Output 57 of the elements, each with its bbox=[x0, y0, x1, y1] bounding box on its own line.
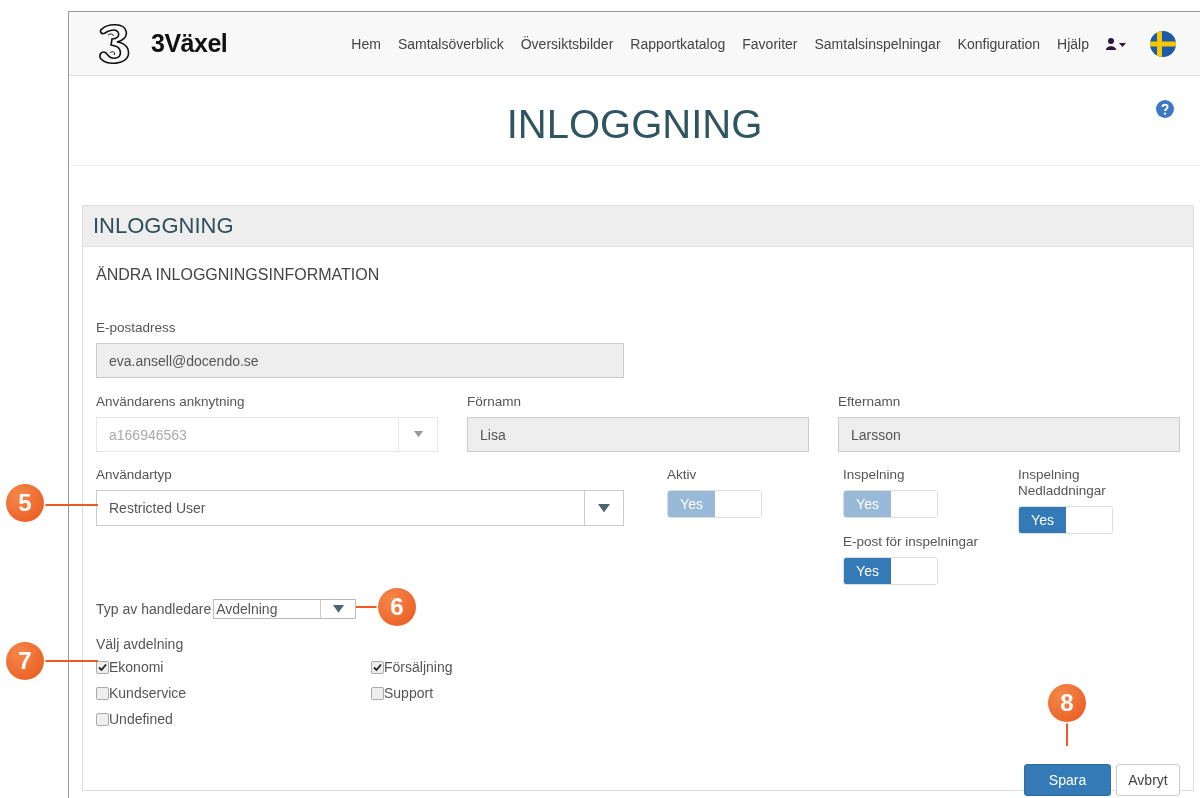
checkbox[interactable] bbox=[96, 712, 109, 726]
callout-number: 6 bbox=[378, 588, 416, 626]
panel-title: INLOGGNING bbox=[83, 206, 1193, 247]
toggle-label: Inspelning Nedladdningar bbox=[1018, 467, 1107, 499]
callout-number: 7 bbox=[6, 642, 44, 680]
caret-icon bbox=[598, 503, 610, 513]
toggle-switch[interactable]: Yes bbox=[1018, 506, 1113, 534]
checkbox-label: Kundservice bbox=[109, 684, 187, 702]
checkbox-label: Försäljning bbox=[384, 658, 453, 676]
logo-text: 3Växel bbox=[151, 29, 228, 58]
field-label: E-postadress bbox=[96, 320, 177, 336]
text-field[interactable]: eva.ansell@docendo.se bbox=[96, 343, 624, 378]
select-field[interactable]: Avdelning bbox=[213, 599, 357, 619]
logo-icon bbox=[96, 22, 132, 65]
nav-link[interactable]: Hjälp bbox=[1057, 35, 1089, 52]
flag-icon[interactable] bbox=[1150, 30, 1176, 57]
callout-number: 8 bbox=[1048, 684, 1086, 722]
field-label: Användartyp bbox=[96, 467, 173, 483]
field-label: Välj avdelning bbox=[96, 635, 185, 653]
checkbox[interactable] bbox=[96, 686, 109, 700]
save-button[interactable]: Spara bbox=[1024, 764, 1111, 796]
page-title: INLOGGNING bbox=[506, 101, 763, 147]
nav-link[interactable]: Konfiguration bbox=[957, 35, 1041, 52]
nav-link[interactable]: Översiktsbilder bbox=[520, 35, 614, 52]
field-label: Typ av handledare bbox=[96, 600, 212, 618]
cancel-button[interactable]: Avbryt bbox=[1116, 764, 1180, 796]
checkbox-label: Support bbox=[384, 684, 434, 702]
toggle-label: E-post för inspelningar bbox=[843, 534, 980, 550]
nav-link[interactable]: Hem bbox=[351, 35, 381, 52]
checkbox-label: Undefined bbox=[109, 710, 173, 728]
select-field[interactable]: Restricted User bbox=[96, 490, 624, 526]
section-heading: ÄNDRA INLOGGNINGSINFORMATION bbox=[96, 265, 381, 285]
text-field[interactable]: Lisa bbox=[467, 417, 809, 452]
field-label: Användarens anknytning bbox=[96, 394, 246, 410]
toggle-switch[interactable]: Yes bbox=[843, 557, 938, 585]
caret-icon bbox=[332, 605, 344, 613]
field-label: Efternamn bbox=[838, 394, 902, 410]
checkbox[interactable] bbox=[96, 660, 109, 674]
nav-link[interactable]: Samtalsöverblick bbox=[397, 35, 504, 52]
leader-line bbox=[44, 660, 98, 662]
checkbox[interactable] bbox=[371, 686, 384, 700]
toggle-label: Inspelning bbox=[843, 467, 906, 483]
toggle-label: Aktiv bbox=[667, 467, 698, 483]
leader-line bbox=[356, 606, 378, 608]
help-icon[interactable] bbox=[1156, 100, 1174, 118]
checkbox[interactable] bbox=[371, 660, 384, 674]
checkbox-label: Ekonomi bbox=[109, 658, 164, 676]
leader-line bbox=[1066, 722, 1068, 746]
callout-number: 5 bbox=[6, 484, 44, 522]
caret-icon bbox=[413, 431, 423, 438]
leader-line bbox=[44, 504, 98, 506]
nav-link[interactable]: Favoriter bbox=[742, 35, 798, 52]
field-label: Förnamn bbox=[467, 394, 523, 410]
user-icon[interactable] bbox=[1106, 37, 1126, 50]
nav-link[interactable]: Samtalsinspelningar bbox=[814, 35, 941, 52]
nav-link[interactable]: Rapportkatalog bbox=[630, 35, 726, 52]
text-field[interactable]: Larsson bbox=[838, 417, 1180, 452]
